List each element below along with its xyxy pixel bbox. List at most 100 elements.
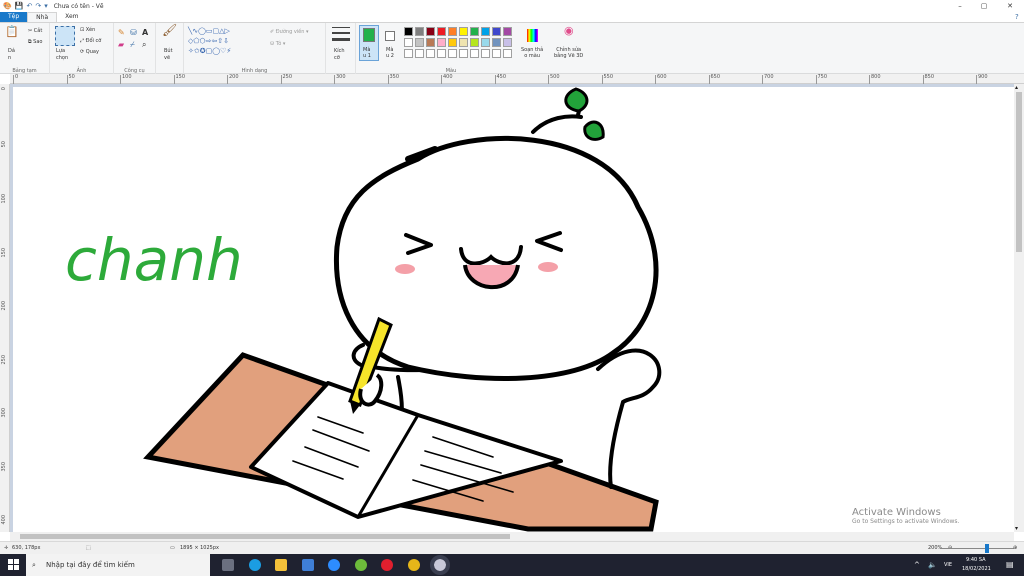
palette-swatch[interactable] — [481, 49, 490, 58]
palette-swatch[interactable] — [470, 27, 479, 36]
palette-swatch[interactable] — [415, 49, 424, 58]
palette-swatch[interactable] — [470, 38, 479, 47]
edit-colors-icon[interactable] — [527, 29, 538, 42]
zoom-in-button[interactable]: ⊕ — [1013, 545, 1017, 551]
palette-swatch[interactable] — [426, 49, 435, 58]
input-language[interactable]: VIE — [944, 562, 952, 568]
task-view-icon[interactable] — [222, 559, 234, 571]
edge-icon[interactable] — [248, 559, 261, 571]
palette-swatch[interactable] — [437, 38, 446, 47]
palette-swatch[interactable] — [415, 38, 424, 47]
polygon-shape-icon[interactable]: ◇⬠⬡⇨⇦⇧⇩ — [188, 37, 229, 45]
brushes-button[interactable]: Bút vẽ — [164, 48, 173, 62]
volume-icon[interactable]: 🔈 — [928, 561, 937, 569]
vertical-scrollbar[interactable]: ▴ ▾ — [1014, 84, 1024, 532]
paint3d-button[interactable]: Chỉnh sửa bằng Vẽ 3D — [554, 47, 583, 59]
palette-swatch[interactable] — [503, 49, 512, 58]
horizontal-scrollbar[interactable] — [10, 532, 1014, 541]
mail-icon[interactable] — [301, 559, 314, 571]
image-group: Lựa chọn ⊡ Xén ⤢ Đổi cỡ ⟳ Quay Ảnh — [50, 23, 114, 75]
fill-icon[interactable]: ⛁ — [130, 29, 137, 37]
system-tray-arrow-icon[interactable]: ^ — [914, 561, 920, 569]
palette-swatch[interactable] — [481, 38, 490, 47]
palette-swatch[interactable] — [404, 38, 413, 47]
canvas-workspace[interactable]: chanh — [10, 84, 1014, 532]
palette-swatch[interactable] — [426, 27, 435, 36]
pencil-icon[interactable]: ✎ — [118, 29, 125, 37]
palette-swatch[interactable] — [437, 49, 446, 58]
palette-swatch[interactable] — [404, 49, 413, 58]
tab-home[interactable]: Nhà — [27, 12, 58, 22]
color2-button[interactable] — [385, 31, 395, 41]
clock-time[interactable]: 9:40 SA — [966, 557, 986, 563]
paint3d-icon[interactable]: ◉ — [564, 25, 574, 36]
eraser-icon[interactable]: ▰ — [118, 41, 124, 49]
minimize-button[interactable]: – — [948, 0, 972, 12]
horizontal-scroll-thumb[interactable] — [20, 534, 510, 539]
text-icon[interactable]: A — [142, 29, 148, 37]
palette-swatch[interactable] — [481, 27, 490, 36]
paste-icon[interactable]: 📋 — [5, 26, 19, 37]
outline-button[interactable]: ✐ Đường viền ▾ — [270, 29, 309, 36]
select-button[interactable]: Lựa chọn — [56, 48, 68, 62]
color-picker-icon[interactable]: ⌿ — [130, 41, 135, 49]
rotate-button[interactable]: ⟳ Quay — [80, 49, 99, 56]
line-shape-icon[interactable]: ╲∿◯▭▢△▷ — [188, 27, 230, 35]
palette-swatch[interactable] — [470, 49, 479, 58]
crop-button[interactable]: ⊡ Xén — [80, 27, 95, 34]
zoom-slider[interactable] — [940, 548, 1014, 549]
scroll-up-arrow[interactable]: ▴ — [1015, 84, 1018, 91]
save-icon[interactable]: 💾 — [15, 0, 24, 12]
palette-swatch[interactable] — [448, 38, 457, 47]
drawing-canvas[interactable]: chanh — [13, 87, 1014, 532]
resize-button[interactable]: ⤢ Đổi cỡ — [80, 38, 101, 45]
palette-swatch[interactable] — [492, 27, 501, 36]
paint-app-icon[interactable]: 🎨 — [3, 0, 12, 12]
select-icon[interactable] — [55, 26, 75, 46]
undo-icon[interactable]: ↶ — [26, 0, 32, 12]
palette-swatch[interactable] — [459, 27, 468, 36]
zoom-icon[interactable] — [328, 559, 340, 571]
palette-swatch[interactable] — [437, 27, 446, 36]
clock-date[interactable]: 18/02/2021 — [962, 566, 991, 572]
file-explorer-icon[interactable] — [275, 559, 287, 571]
palette-swatch[interactable] — [415, 27, 424, 36]
maximize-button[interactable]: ▢ — [972, 0, 996, 12]
palette-swatch[interactable] — [503, 38, 512, 47]
brush-icon[interactable]: 🖌 — [162, 24, 177, 36]
palette-swatch[interactable] — [448, 49, 457, 58]
scroll-down-arrow[interactable]: ▾ — [1015, 525, 1018, 532]
palette-swatch[interactable] — [503, 27, 512, 36]
taskbar-search-box[interactable]: ⌕ Nhập tại đây để tìm kiếm — [26, 554, 210, 576]
chat-app-icon[interactable] — [354, 559, 367, 571]
fill-shape-button[interactable]: ⛁ Tô ▾ — [270, 41, 285, 48]
edit-colors-button[interactable]: Soạn thả o màu — [521, 47, 543, 59]
tab-view[interactable]: Xem — [57, 12, 86, 22]
copy-button[interactable]: ⧉ Sao — [28, 39, 42, 46]
palette-swatch[interactable] — [426, 38, 435, 47]
chrome-icon[interactable] — [407, 559, 420, 571]
notification-icon[interactable]: ▤ — [1006, 560, 1014, 569]
help-icon[interactable]: ? — [1015, 12, 1019, 22]
cut-button[interactable]: ✂ Cắt — [28, 28, 42, 35]
windows-start-icon[interactable] — [8, 559, 19, 570]
palette-swatch[interactable] — [404, 27, 413, 36]
palette-swatch[interactable] — [459, 38, 468, 47]
customize-arrow-icon[interactable]: ▾ — [44, 0, 48, 12]
paste-button[interactable]: Dá n — [8, 48, 15, 62]
size-button[interactable]: Kích cỡ — [334, 48, 345, 62]
star-shape-icon[interactable]: ✧✩✪▢◯♡⚡ — [188, 47, 231, 55]
opera-icon[interactable] — [381, 559, 393, 571]
redo-icon[interactable]: ↷ — [35, 0, 41, 12]
zoom-slider-thumb[interactable] — [985, 544, 989, 553]
vertical-scroll-thumb[interactable] — [1016, 92, 1022, 252]
magnifier-icon[interactable]: ⌕ — [142, 41, 146, 49]
palette-swatch[interactable] — [459, 49, 468, 58]
close-button[interactable]: ✕ — [998, 0, 1022, 12]
paint-app-icon[interactable] — [430, 555, 450, 575]
palette-swatch[interactable] — [492, 38, 501, 47]
line-size-icon[interactable] — [332, 27, 350, 45]
tab-file[interactable]: Tệp — [0, 12, 28, 22]
palette-swatch[interactable] — [448, 27, 457, 36]
palette-swatch[interactable] — [492, 49, 501, 58]
